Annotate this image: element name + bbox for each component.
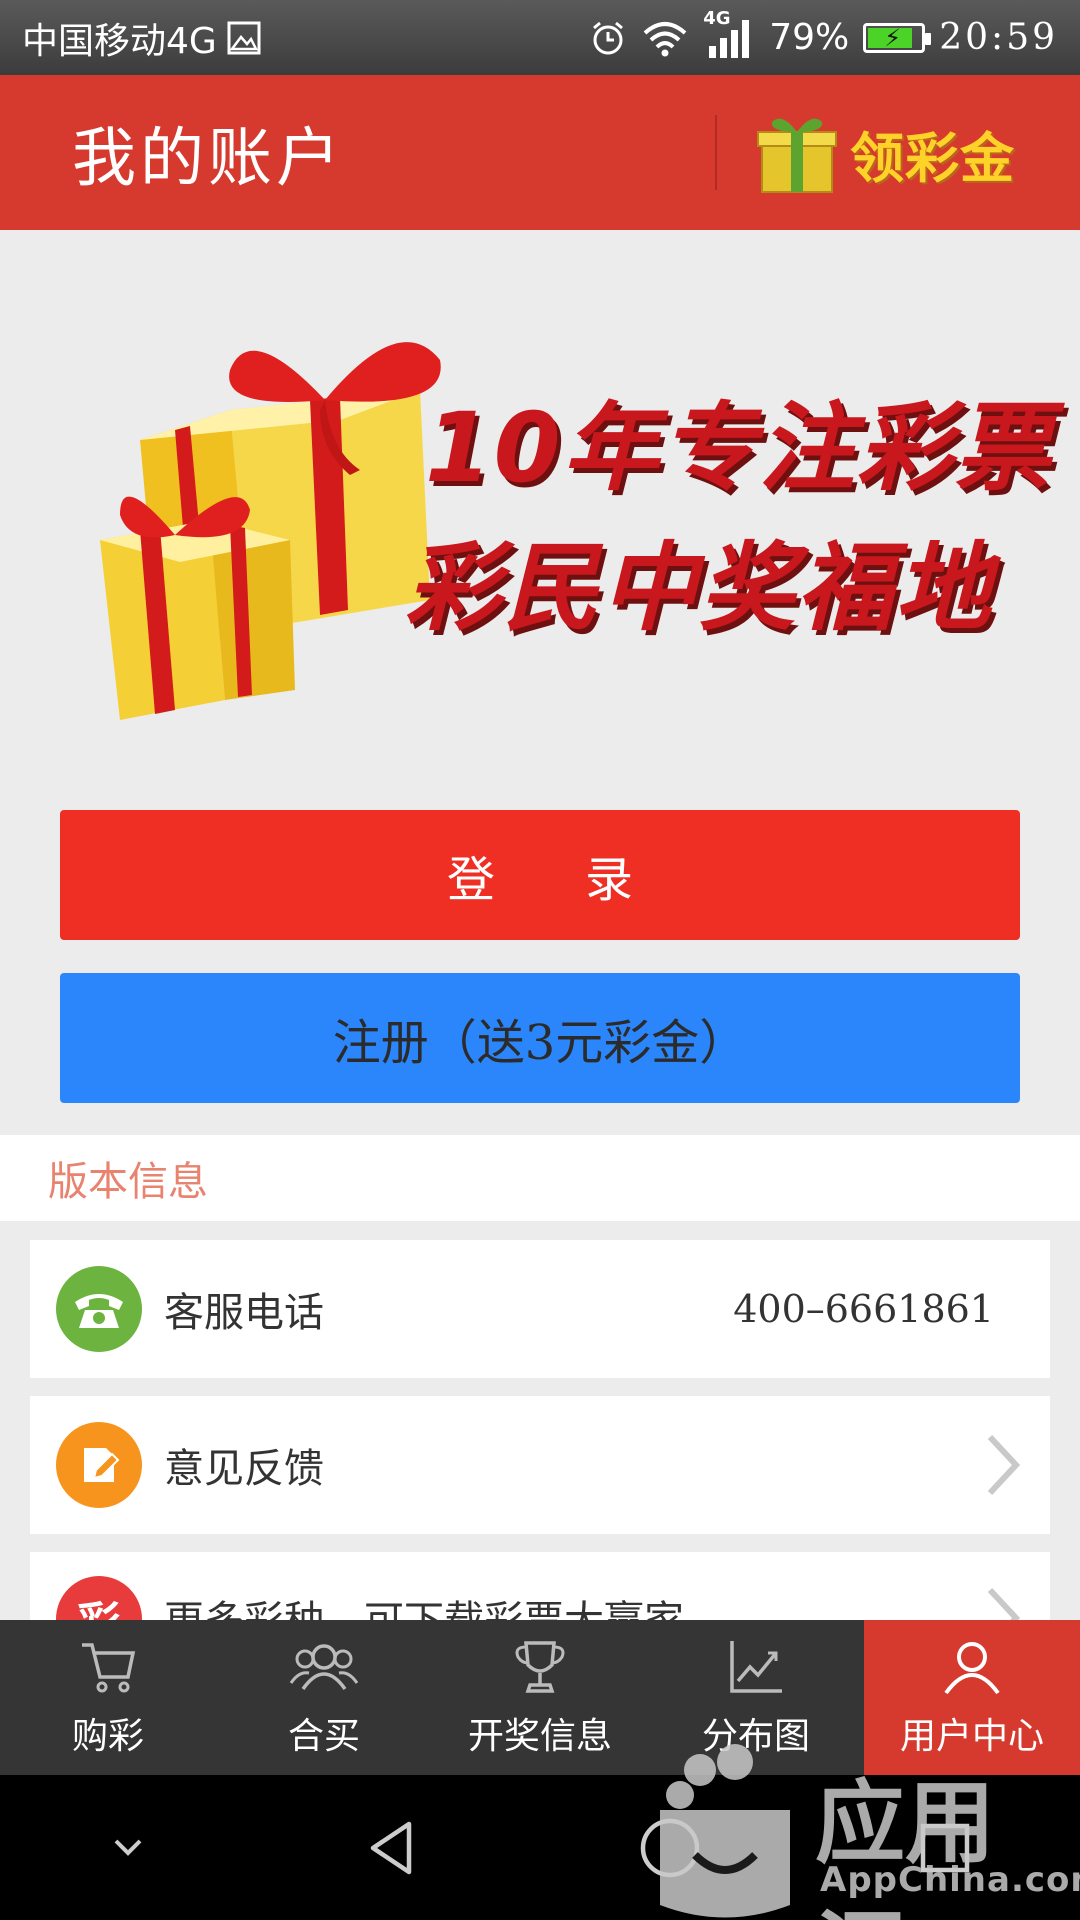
claim-bonus-label: 领彩金 — [850, 126, 1015, 190]
lottery-icon-glyph: 彩 — [77, 1587, 121, 1622]
alarm-icon — [593, 21, 624, 54]
app-header: 我的账户 领彩金 — [0, 75, 1080, 230]
wifi-icon — [643, 21, 687, 56]
user-icon — [944, 1641, 1000, 1694]
clock: 20:59 — [939, 17, 1058, 58]
tab-label: 用户中心 — [899, 1715, 1044, 1757]
phone-icon — [56, 1266, 142, 1352]
group-icon — [289, 1643, 359, 1690]
tab-group-buy[interactable]: 合买 — [216, 1620, 432, 1775]
section-title: 版本信息 — [0, 1135, 1080, 1221]
feedback-label: 意见反馈 — [164, 1446, 324, 1492]
feedback-icon — [56, 1422, 142, 1508]
banner-subheadline: 彩民中奖福地 — [405, 532, 993, 644]
customer-service-label: 客服电话 — [164, 1290, 324, 1336]
recents-icon[interactable] — [917, 1820, 973, 1876]
login-button[interactable]: 登录 — [60, 810, 1020, 940]
tab-distribution-chart[interactable]: 分布图 — [648, 1620, 864, 1775]
tab-label: 开奖信息 — [467, 1715, 612, 1757]
customer-service-row[interactable]: 客服电话 400–6661861 — [30, 1240, 1050, 1378]
more-lotteries-row[interactable]: 彩 更多彩种，可下载彩票大赢家 — [30, 1552, 1050, 1622]
chart-icon — [730, 1640, 782, 1693]
header-divider — [715, 115, 717, 190]
status-bar: 中国移动4G 4G 79% ⚡ 20:59 — [0, 0, 1080, 75]
chevron-down-icon[interactable] — [108, 1833, 148, 1863]
promo-banner: 10年专注彩票 彩民中奖福地 — [0, 230, 1080, 790]
tab-label: 分布图 — [701, 1715, 810, 1757]
claim-bonus-button[interactable]: 领彩金 — [752, 110, 1015, 196]
feedback-row[interactable]: 意见反馈 — [30, 1396, 1050, 1534]
tab-label: 购彩 — [71, 1715, 144, 1757]
customer-service-number[interactable]: 400–6661861 — [733, 1287, 994, 1331]
chevron-right-icon — [987, 1434, 1021, 1496]
trophy-icon — [515, 1640, 565, 1693]
page-title: 我的账户 — [72, 121, 344, 196]
home-icon[interactable] — [638, 1816, 702, 1880]
system-nav-bar — [0, 1775, 1080, 1920]
image-icon — [227, 21, 261, 54]
lottery-icon: 彩 — [56, 1576, 142, 1622]
bottom-tab-bar: 购彩 合买 开奖信息 分布图 用户中心 — [0, 1620, 1080, 1775]
tab-label: 合买 — [287, 1715, 360, 1757]
tab-buy-lottery[interactable]: 购彩 — [0, 1620, 216, 1775]
back-icon[interactable] — [363, 1818, 423, 1878]
tab-draw-results[interactable]: 开奖信息 — [432, 1620, 648, 1775]
signal-icon: 4G — [703, 8, 755, 60]
gift-icon — [757, 118, 837, 193]
tab-user-center[interactable]: 用户中心 — [864, 1620, 1080, 1775]
battery-icon: ⚡ — [863, 22, 932, 53]
register-button[interactable]: 注册（送3元彩金） — [60, 973, 1020, 1103]
chevron-right-icon — [987, 1587, 1021, 1622]
banner-headline: 10年专注彩票 — [425, 392, 1053, 504]
cart-icon — [82, 1642, 136, 1692]
battery-percent: 79% — [769, 17, 850, 58]
more-lotteries-label: 更多彩种，可下载彩票大赢家 — [164, 1598, 684, 1622]
carrier-label: 中国移动4G — [22, 20, 217, 62]
